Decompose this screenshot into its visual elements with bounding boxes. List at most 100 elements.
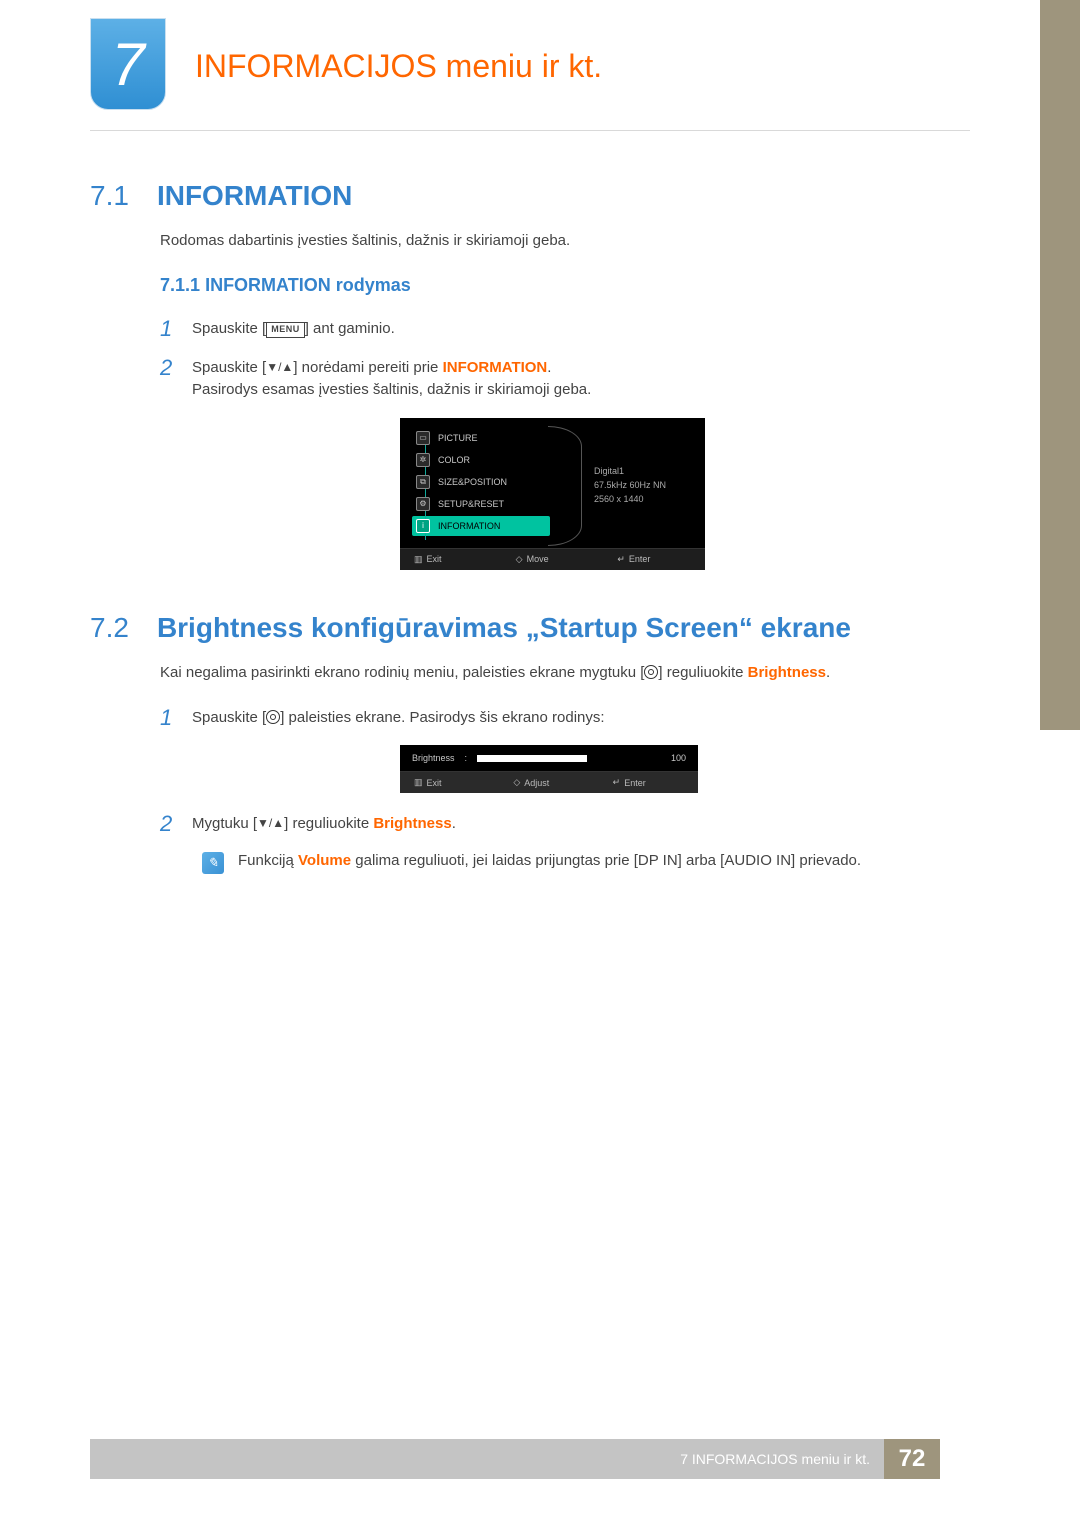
osd-info-line: Digital1 <box>594 464 666 478</box>
page-content: 7.1 INFORMATION Rodomas dabartinis įvest… <box>90 180 940 874</box>
osd-item-label: COLOR <box>438 455 470 465</box>
keyword-information: INFORMATION <box>443 359 548 376</box>
step-number: 1 <box>160 318 174 340</box>
text: . <box>547 359 551 376</box>
separator: : <box>465 753 468 763</box>
label: Enter <box>629 554 651 564</box>
size-icon: ⧉ <box>416 475 430 489</box>
text: Spauskite [ <box>192 320 266 337</box>
osd-footer-exit: ▥ Exit <box>400 777 499 788</box>
osd-footer: ▥ Exit ◇ Move ↵ Enter <box>400 548 705 570</box>
down-up-arrows-icon: ▼/▲ <box>257 814 284 832</box>
step-number: 2 <box>160 357 174 379</box>
osd-brightness-figure: Brightness : 100 ▥ Exit ◇ Adjust ↵Enter <box>400 745 698 793</box>
enter-glyph-icon: ↵ <box>617 554 625 565</box>
down-up-arrows-icon: ▼/▲ <box>266 358 293 376</box>
picture-icon: ▭ <box>416 431 430 445</box>
menu-button-icon: MENU <box>266 322 305 338</box>
jog-button-icon <box>266 710 280 724</box>
osd-info-line: 67.5kHz 60Hz NN <box>594 478 666 492</box>
chapter-title: INFORMACIJOS meniu ir kt. <box>195 48 602 85</box>
jog-button-icon <box>644 665 658 679</box>
text: ] norėdami pereiti prie <box>293 359 442 376</box>
step-number: 2 <box>160 813 174 835</box>
keyword-brightness: Brightness <box>748 664 826 681</box>
label: Exit <box>427 554 442 564</box>
chapter-number: 7 <box>111 30 144 99</box>
subsection-title: INFORMATION rodymas <box>205 275 411 295</box>
step-72-2: 2 Mygtuku [▼/▲] reguliuokite Brightness. <box>160 813 940 836</box>
text: ] reguliuokite <box>284 815 373 832</box>
note-volume: ✎ Funkciją Volume galima reguliuoti, jei… <box>202 852 940 874</box>
step-71-1: 1 Spauskite [MENU] ant gaminio. <box>160 318 940 341</box>
step-71-2: 2 Spauskite [▼/▲] norėdami pereiti prie … <box>160 357 940 402</box>
brightness-bar <box>477 755 587 762</box>
updown-glyph-icon: ◇ <box>513 777 520 788</box>
text: Kai negalima pasirinkti ekrano rodinių m… <box>160 664 644 681</box>
header-divider <box>90 130 970 131</box>
keyword-brightness: Brightness <box>373 815 451 832</box>
text: Spauskite [ <box>192 709 266 726</box>
section-title: Brightness konfigūravimas „Startup Scree… <box>157 612 851 644</box>
setup-icon: ⚙ <box>416 497 430 511</box>
osd-footer: ▥ Exit ◇ Adjust ↵Enter <box>400 771 698 793</box>
osd-item-label: PICTURE <box>438 433 478 443</box>
brightness-value: 100 <box>671 753 686 763</box>
subsection-heading-711: 7.1.1 INFORMATION rodymas <box>160 275 940 296</box>
osd-footer-move: ◇ Move <box>502 554 604 565</box>
menu-glyph-icon: ▥ <box>414 554 423 565</box>
section-index: 7.1 <box>90 180 129 212</box>
text: . <box>826 664 830 681</box>
step-72-1: 1 Spauskite [] paleisties ekrane. Pasiro… <box>160 707 940 730</box>
text: ] paleisties ekrane. Pasirodys šis ekran… <box>280 709 604 726</box>
text: ] reguliuokite <box>658 664 747 681</box>
page-footer: 7 INFORMACIJOS meniu ir kt. 72 <box>90 1439 940 1479</box>
osd-item-information: i INFORMATION <box>412 516 550 536</box>
osd-footer-enter: ↵ Enter <box>603 554 705 565</box>
osd-item-label: INFORMATION <box>438 521 500 531</box>
right-accent-strip <box>1040 0 1080 730</box>
osd-footer-adjust: ◇ Adjust <box>499 777 598 788</box>
section-index: 7.2 <box>90 612 129 644</box>
step-body: Spauskite [MENU] ant gaminio. <box>192 318 395 341</box>
text: Spauskite [ <box>192 359 266 376</box>
color-icon: ✲ <box>416 453 430 467</box>
info-icon: i <box>416 519 430 533</box>
osd-item-size-position: ⧉ SIZE&POSITION <box>416 472 550 492</box>
subsection-index: 7.1.1 <box>160 275 200 295</box>
note-body: Funkciją Volume galima reguliuoti, jei l… <box>238 852 861 874</box>
section-72-intro: Kai negalima pasirinkti ekrano rodinių m… <box>160 664 940 681</box>
osd-brightness-row: Brightness : 100 <box>400 745 698 771</box>
label: Adjust <box>524 778 549 788</box>
enter-glyph-icon: ↵ <box>613 777 621 788</box>
label: Enter <box>624 778 646 788</box>
chapter-number-badge: 7 <box>90 18 166 110</box>
osd-footer-enter: ↵Enter <box>599 777 698 788</box>
footer-label: 7 INFORMACIJOS meniu ir kt. <box>680 1451 884 1467</box>
text: Funkciją <box>238 852 298 869</box>
osd-item-setup-reset: ⚙ SETUP&RESET <box>416 494 550 514</box>
updown-glyph-icon: ◇ <box>516 554 523 565</box>
osd-footer-exit: ▥ Exit <box>400 554 502 565</box>
osd-item-color: ✲ COLOR <box>416 450 550 470</box>
label: Exit <box>427 778 442 788</box>
label: Move <box>527 554 549 564</box>
section-title: INFORMATION <box>157 180 352 212</box>
osd-item-label: SETUP&RESET <box>438 499 504 509</box>
text: galima reguliuoti, jei laidas prijungtas… <box>351 852 861 869</box>
osd-item-picture: ▭ PICTURE <box>416 428 550 448</box>
text: Pasirodys esamas įvesties šaltinis, dažn… <box>192 381 591 398</box>
osd-info-line: 2560 x 1440 <box>594 492 666 506</box>
section-heading-71: 7.1 INFORMATION <box>90 180 940 212</box>
osd-item-label: SIZE&POSITION <box>438 477 507 487</box>
osd-connector-curve <box>548 426 582 546</box>
step-body: Spauskite [ ] paleisties ekrane. Pasirody… <box>192 707 605 730</box>
text: Mygtuku [ <box>192 815 257 832</box>
text: ] ant gaminio. <box>305 320 395 337</box>
keyword-volume: Volume <box>298 852 351 869</box>
page-number: 72 <box>884 1439 940 1479</box>
text: . <box>452 815 456 832</box>
osd-menu-list: ▭ PICTURE ✲ COLOR ⧉ SIZE&POSITION ⚙ SETUP&RE… <box>400 418 550 548</box>
step-body: Spauskite [▼/▲] norėdami pereiti prie IN… <box>192 357 591 402</box>
menu-glyph-icon: ▥ <box>414 777 423 788</box>
